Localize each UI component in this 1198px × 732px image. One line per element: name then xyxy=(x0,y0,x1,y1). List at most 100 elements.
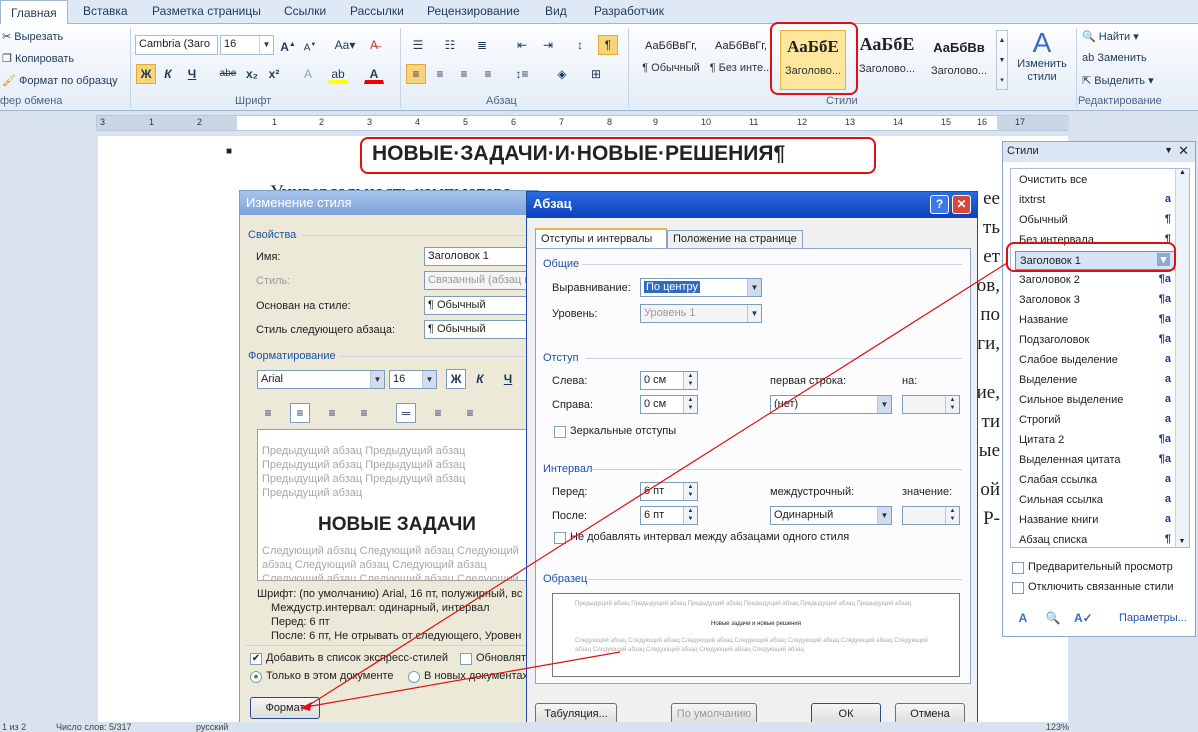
justify-icon[interactable]: ≡ xyxy=(478,64,498,84)
spinner-icon[interactable]: ▲ ▼ xyxy=(683,372,697,389)
double-spacing-icon[interactable]: ≡ xyxy=(460,403,480,423)
after-input[interactable]: 6 пт ▲ ▼ xyxy=(640,506,698,525)
mirror-checkbox[interactable] xyxy=(554,426,566,438)
clear-format-icon[interactable]: A̶ xyxy=(364,35,384,55)
tab-review[interactable]: Рецензирование xyxy=(427,4,520,18)
size-select[interactable]: 16 ▼ xyxy=(389,370,437,389)
italic-button[interactable]: К xyxy=(158,64,178,84)
horizontal-ruler[interactable]: 3 1 2 1 2 3 4 5 6 7 8 9 10 11 12 13 14 1… xyxy=(96,115,1069,131)
alignment-select[interactable]: По центру ▼ xyxy=(640,278,762,297)
style-type-select[interactable]: Связанный (абзац и xyxy=(424,271,534,290)
spinner-icon[interactable]: ▲ ▼ xyxy=(945,507,959,524)
by-input[interactable]: ▲ ▼ xyxy=(902,395,960,414)
style-item[interactable]: Выделение a xyxy=(1019,371,1175,390)
help-icon[interactable]: ? xyxy=(930,195,949,214)
font-select[interactable]: Arial ▼ xyxy=(257,370,385,389)
before-input[interactable]: 6 пт ▲ ▼ xyxy=(640,482,698,501)
style-item[interactable]: Абзац списка ¶ xyxy=(1019,531,1175,550)
style-item[interactable]: Сильное выделение a xyxy=(1019,391,1175,410)
justify-icon[interactable]: ≡ xyxy=(354,403,374,423)
format-button[interactable]: Формат xyxy=(250,697,320,719)
change-case-icon[interactable]: Aa▾ xyxy=(332,35,358,55)
shading-icon[interactable]: ◈ xyxy=(552,64,572,84)
grow-font-icon[interactable]: A▲ xyxy=(278,35,298,55)
auto-update-checkbox[interactable] xyxy=(460,653,472,665)
increase-indent-icon[interactable]: ⇥ xyxy=(538,35,558,55)
style-item[interactable]: Выделенная цитата ¶a xyxy=(1019,451,1175,470)
zoom-level[interactable]: 123% xyxy=(1046,722,1069,732)
sort-icon[interactable]: ↕ xyxy=(570,35,590,55)
word-count[interactable]: Число слов: 5/317 xyxy=(56,722,132,732)
borders-icon[interactable]: ⊞ xyxy=(586,64,606,84)
shrink-font-icon[interactable]: A▼ xyxy=(300,35,320,55)
style-inspector-icon[interactable]: 🔍 xyxy=(1043,608,1063,628)
tab-references[interactable]: Ссылки xyxy=(284,4,326,18)
style-item[interactable]: Обычный ¶ xyxy=(1019,211,1175,230)
styles-scrollbar[interactable]: ▲ ▼ xyxy=(1175,169,1189,547)
align-right-icon[interactable]: ≡ xyxy=(454,64,474,84)
font-name-combo[interactable]: Cambria (Заго xyxy=(135,35,218,55)
subscript-button[interactable]: x₂ xyxy=(242,64,262,84)
bold-toggle[interactable]: Ж xyxy=(446,369,466,389)
no-space-checkbox[interactable] xyxy=(554,532,566,544)
options-link[interactable]: Параметры... xyxy=(1119,612,1187,624)
style-item[interactable]: Заголовок 3 ¶a xyxy=(1019,291,1175,310)
style-tile-no-spacing[interactable]: АаБбВвГг, ¶ Без инте... xyxy=(706,30,776,90)
numbering-icon[interactable]: ☷ xyxy=(440,35,460,55)
style-item[interactable]: Строгий a xyxy=(1019,411,1175,430)
decrease-indent-icon[interactable]: ⇤ xyxy=(512,35,532,55)
page-count[interactable]: 1 из 2 xyxy=(2,722,26,732)
scroll-up-icon[interactable]: ▲ xyxy=(1176,169,1189,176)
next-style-select[interactable]: ¶ Обычный xyxy=(424,320,534,339)
align-left-icon[interactable]: ≡ xyxy=(258,403,278,423)
spinner-icon[interactable]: ▲ ▼ xyxy=(683,507,697,524)
style-tile-normal[interactable]: АаБбВвГг, ¶ Обычный xyxy=(636,30,706,90)
language[interactable]: русский xyxy=(196,722,228,732)
underline-button[interactable]: Ч xyxy=(182,64,202,84)
cut-button[interactable]: ✂ Вырезать xyxy=(2,30,63,43)
chevron-down-icon[interactable]: ▼ xyxy=(1164,145,1173,155)
pilcrow-icon[interactable]: ¶ xyxy=(598,35,618,55)
disable-linked-checkbox[interactable] xyxy=(1012,582,1024,594)
bullets-icon[interactable]: ☰ xyxy=(408,35,428,55)
style-item[interactable]: Заголовок 2 ¶a xyxy=(1019,271,1175,290)
style-name-input[interactable]: Заголовок 1 xyxy=(424,247,534,266)
style-item[interactable]: Слабая ссылка a xyxy=(1019,471,1175,490)
copy-button[interactable]: ❐ Копировать xyxy=(2,52,74,65)
close-icon[interactable]: ✕ xyxy=(1178,143,1189,159)
style-item[interactable]: Название книги a xyxy=(1019,511,1175,530)
based-on-select[interactable]: ¶ Обычный xyxy=(424,296,534,315)
font-color-icon[interactable]: A xyxy=(364,64,384,84)
line-spacing-select[interactable]: Одинарный ▼ xyxy=(770,506,892,525)
find-button[interactable]: 🔍 Найти ▾ xyxy=(1082,30,1139,43)
gallery-scroll[interactable]: ▲ ▼ ▾ xyxy=(996,30,1008,90)
scroll-down-icon[interactable]: ▼ xyxy=(1176,538,1188,545)
close-icon[interactable]: ✕ xyxy=(952,195,971,214)
style-item[interactable]: Название ¶a xyxy=(1019,311,1175,330)
right-indent-input[interactable]: 0 см ▲ ▼ xyxy=(640,395,698,414)
one-half-spacing-icon[interactable]: ≡ xyxy=(428,403,448,423)
align-center-icon[interactable]: ≡ xyxy=(290,403,310,423)
style-tile-heading3[interactable]: АаБбВв Заголово... xyxy=(924,30,994,90)
align-left-icon[interactable]: ≡ xyxy=(406,64,426,84)
new-docs-radio[interactable] xyxy=(408,671,420,683)
preview-checkbox[interactable] xyxy=(1012,562,1024,574)
modify-style-titlebar[interactable]: Изменение стиля xyxy=(240,191,538,215)
spinner-icon[interactable]: ▲ ▼ xyxy=(945,396,959,413)
only-doc-radio[interactable]: • xyxy=(250,669,262,683)
add-quick-checkbox[interactable]: ✔ xyxy=(250,653,262,665)
change-styles-button[interactable]: A Изменить стили xyxy=(1012,28,1072,84)
bold-button[interactable]: Ж xyxy=(136,64,156,84)
text-effects-icon[interactable]: A xyxy=(298,64,318,84)
tab-view[interactable]: Вид xyxy=(545,4,567,18)
align-center-icon[interactable]: ≡ xyxy=(430,64,450,84)
strikethrough-button[interactable]: abe xyxy=(218,64,238,84)
style-item[interactable]: Слабое выделение a xyxy=(1019,351,1175,370)
align-right-icon[interactable]: ≡ xyxy=(322,403,342,423)
level-select[interactable]: Уровень 1 ▼ xyxy=(640,304,762,323)
spinner-icon[interactable]: ▲ ▼ xyxy=(683,483,697,500)
single-spacing-icon[interactable]: ═ xyxy=(396,403,416,423)
font-size-combo[interactable]: 16 ▼ xyxy=(220,35,274,55)
style-item[interactable]: Цитата 2 ¶a xyxy=(1019,431,1175,450)
superscript-button[interactable]: x² xyxy=(264,64,284,84)
